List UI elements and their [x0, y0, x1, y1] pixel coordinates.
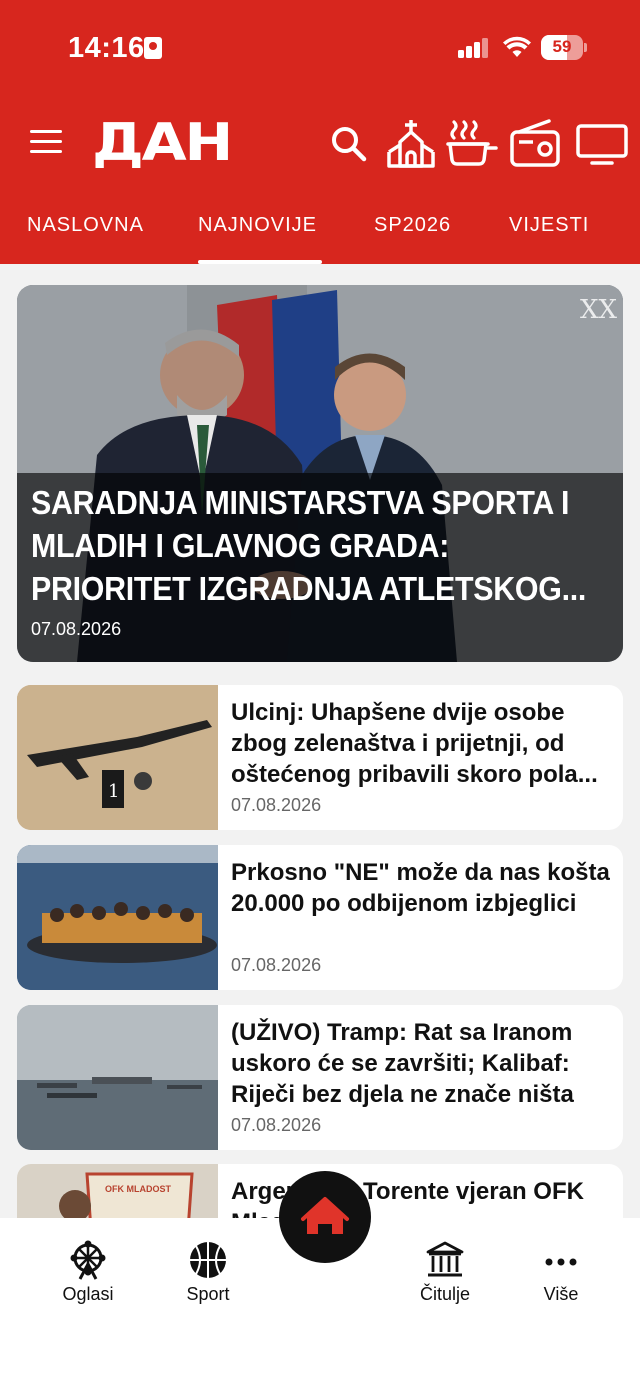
- evidence-marker: 1: [108, 781, 120, 802]
- home-icon: [301, 1197, 349, 1234]
- status-time: 14:16: [68, 32, 145, 64]
- article-date: 07.08.2026: [231, 1115, 322, 1135]
- article-thumbnail: [17, 685, 218, 830]
- featured-date: 07.08.2026: [31, 619, 122, 639]
- tab-vijesti[interactable]: VIJESTI: [509, 214, 589, 237]
- nav-vise[interactable]: Više: [501, 1240, 621, 1305]
- nav-label: Čitulje: [419, 1284, 471, 1304]
- list-item[interactable]: (UŽIVO) Tramp: Rat sa Iranom uskoro će s…: [17, 1005, 623, 1150]
- menu-icon[interactable]: [30, 130, 62, 154]
- tab-najnovije[interactable]: NAJNOVIJE: [198, 214, 317, 237]
- featured-title: SARADNJA MINISTARSTVA SPORTA I MLADIH I …: [31, 484, 587, 607]
- photo-watermark: XX: [579, 295, 617, 325]
- building-columns-icon: [426, 1241, 464, 1277]
- more-icon: [545, 1258, 577, 1266]
- nav-oglasi[interactable]: Oglasi: [28, 1240, 148, 1305]
- featured-article[interactable]: XX SARADNJA MINISTARSTVA SPORTA I MLADIH…: [17, 285, 623, 662]
- list-item[interactable]: 1 Ulcinj: Uhapšene dvije osobe zbog zele…: [17, 685, 623, 830]
- nav-label: Oglasi: [62, 1284, 114, 1304]
- tv-icon[interactable]: [576, 118, 628, 168]
- tab-naslovna[interactable]: NASLOVNA: [27, 214, 144, 237]
- status-bar: 14:16 59: [0, 0, 640, 96]
- article-thumbnail: [17, 1005, 218, 1150]
- article-title: Ulcinj: Uhapšene dvije osobe zbog zelena…: [231, 699, 598, 788]
- ferris-wheel-icon: [70, 1240, 106, 1280]
- radio-icon[interactable]: [509, 118, 561, 168]
- home-button[interactable]: [279, 1171, 371, 1263]
- app-header: 14:16 59 ДАН NASLOVNA NAJNOVIJE SP2026 V…: [0, 0, 640, 264]
- list-item[interactable]: Prkosno "NE" može da nas košta 20.000 po…: [17, 845, 623, 990]
- basketball-icon: [190, 1242, 226, 1278]
- signal-icon: [458, 38, 490, 58]
- nav-citulje[interactable]: Čitulje: [385, 1240, 505, 1305]
- search-icon[interactable]: [328, 118, 368, 168]
- tab-sp2026[interactable]: SP2026: [374, 214, 451, 237]
- active-tab-indicator: [198, 260, 322, 264]
- article-title: Prkosno "NE" može da nas košta 20.000 po…: [231, 859, 610, 917]
- battery-level: 59: [552, 37, 572, 56]
- toolbar: ДАН: [0, 110, 640, 180]
- nav-sport[interactable]: Sport: [148, 1240, 268, 1305]
- cooking-pot-icon[interactable]: [446, 118, 498, 168]
- section-tabs: NASLOVNA NAJNOVIJE SP2026 VIJESTI: [0, 196, 640, 264]
- wifi-icon: [503, 36, 531, 57]
- nav-label: Sport: [186, 1284, 230, 1304]
- article-date: 07.08.2026: [231, 795, 322, 815]
- church-icon[interactable]: [386, 118, 436, 168]
- article-date: 07.08.2026: [231, 955, 322, 975]
- battery-icon: 59: [541, 35, 587, 60]
- contact-card-icon: [144, 37, 162, 59]
- nav-label: Više: [543, 1284, 579, 1304]
- article-thumbnail: [17, 845, 218, 990]
- club-crest-text: OFK MLADOST: [105, 1184, 171, 1194]
- article-title: (UŽIVO) Tramp: Rat sa Iranom uskoro će s…: [231, 1019, 574, 1108]
- app-logo[interactable]: ДАН: [92, 114, 233, 172]
